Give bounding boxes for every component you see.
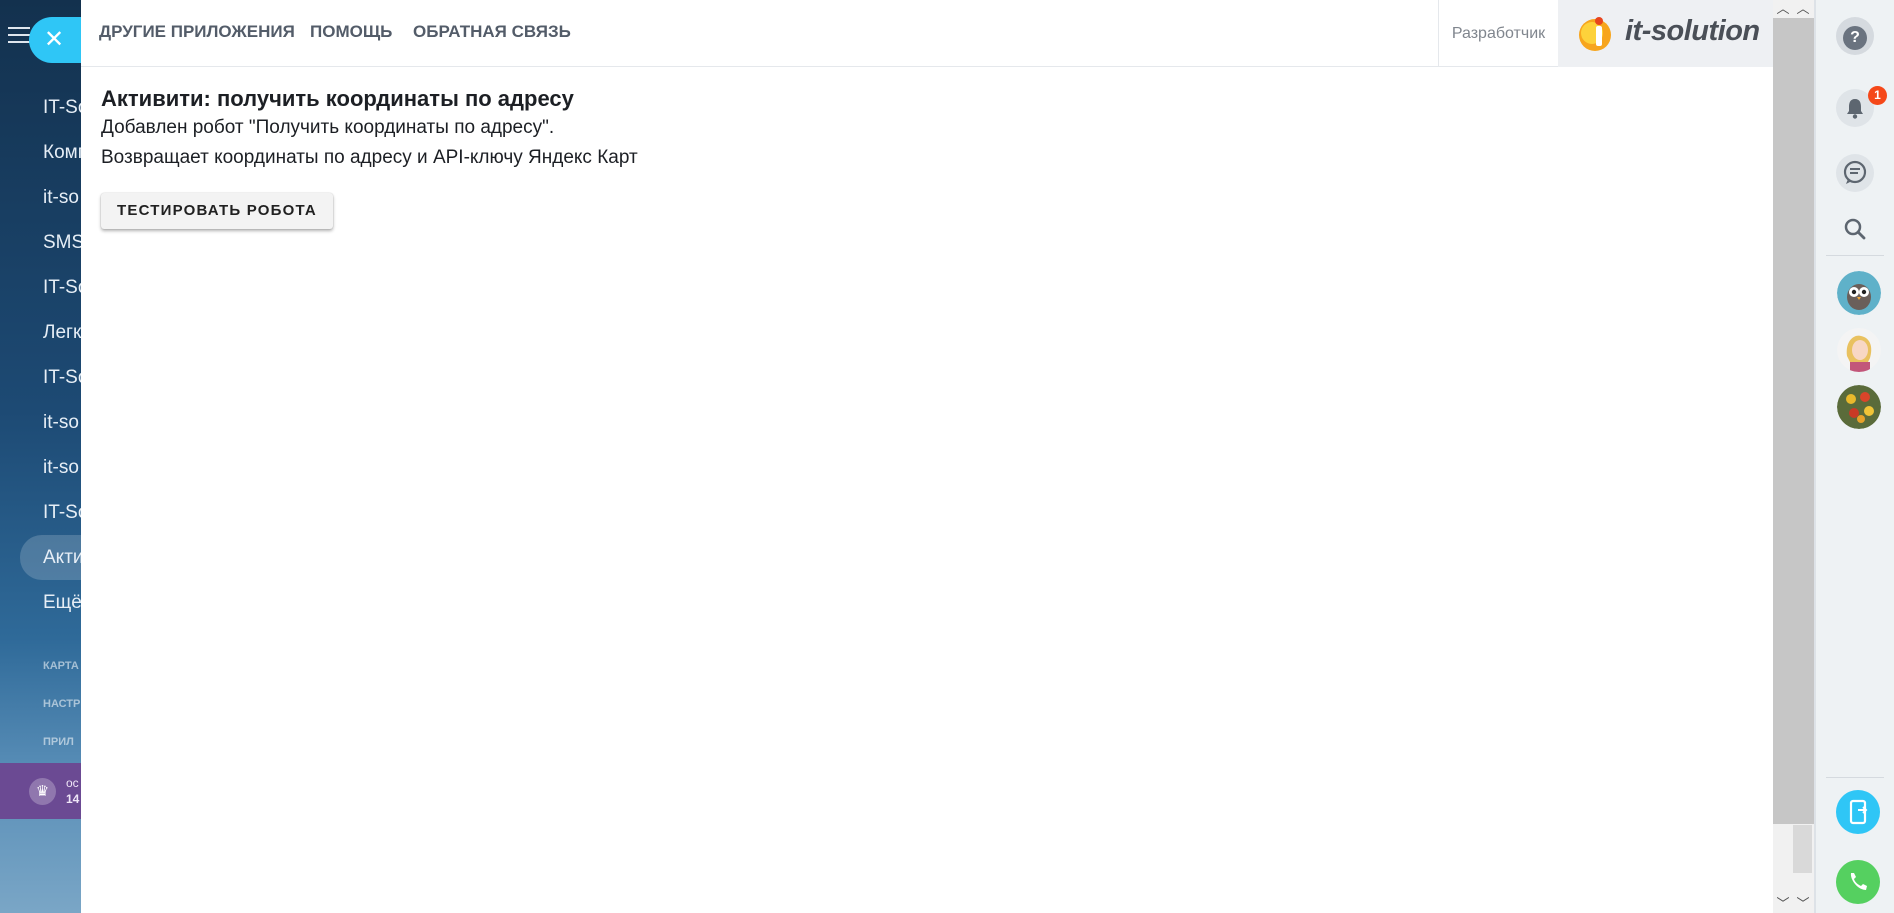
app-content: Активити: получить координаты по адресу …: [101, 85, 1501, 229]
portal-menu-item[interactable]: it-so: [0, 445, 81, 490]
portal-section-settings[interactable]: НАСТР: [43, 698, 80, 710]
burger-menu-icon[interactable]: [8, 27, 30, 43]
help-glyph: ?: [1843, 26, 1867, 50]
avatar-owl-svg: [1837, 271, 1881, 315]
portal-menu-item[interactable]: it-so: [0, 400, 81, 445]
portal-section-map[interactable]: КАРТА: [43, 660, 79, 672]
portal-menu-item[interactable]: it-so: [0, 175, 81, 220]
avatar-flowers-svg: [1837, 385, 1881, 429]
inner-scrollbar[interactable]: ︿ ︿ ﹀ ﹀: [1773, 0, 1814, 913]
portal-section-apps[interactable]: ПРИЛ: [43, 736, 74, 748]
avatar-woman[interactable]: [1837, 328, 1881, 372]
it-solution-logo-icon: [1579, 17, 1611, 51]
developer-link[interactable]: Разработчик: [1438, 0, 1558, 67]
portal-menu-item[interactable]: IT-So: [0, 265, 81, 310]
plan-banner[interactable]: ♛ ос 14: [0, 763, 81, 819]
avatar-woman-svg: [1837, 328, 1881, 372]
description-line-2: Возвращает координаты по адресу и API-кл…: [101, 147, 638, 168]
nav-feedback[interactable]: ОБРАТНАЯ СВЯЗЬ: [413, 22, 571, 42]
mobile-sync-svg: [1849, 799, 1868, 825]
portal-menu-item[interactable]: IT-So: [0, 355, 81, 400]
description-line-1: Добавлен робот "Получить координаты по а…: [101, 117, 555, 138]
rightbar-separator: [1826, 777, 1884, 778]
crown-icon: ♛: [29, 778, 56, 805]
rightbar-separator: [1826, 255, 1884, 256]
plan-text: ос 14: [66, 775, 79, 807]
nav-help[interactable]: ПОМОЩЬ: [310, 22, 392, 42]
portal-sidebar: IT-So Комп it-so SMS IT-So Легк IT-So it…: [0, 0, 81, 913]
page-title: Активити: получить координаты по адресу: [101, 86, 574, 111]
chat-icon[interactable]: [1836, 154, 1874, 192]
notification-badge: 1: [1868, 86, 1887, 105]
nav-other-apps[interactable]: ДРУГИЕ ПРИЛОЖЕНИЯ: [99, 22, 295, 42]
scrollbar-track[interactable]: [1773, 18, 1814, 824]
scroll-down-arrow-icon[interactable]: ﹀: [1793, 895, 1813, 913]
portal-menu-item-active[interactable]: Акти: [20, 535, 81, 580]
it-solution-logo-text: it-solution: [1625, 15, 1760, 47]
search-svg: [1844, 218, 1866, 240]
phone-svg: [1850, 873, 1867, 890]
scroll-up-arrow-icon[interactable]: ︿: [1773, 0, 1793, 18]
portal-menu: IT-So Комп it-so SMS IT-So Легк IT-So it…: [0, 85, 81, 625]
close-slider-button[interactable]: ✕: [29, 17, 81, 63]
mobile-sync-icon[interactable]: [1836, 790, 1880, 834]
portal-menu-more[interactable]: Ещё: [0, 580, 81, 625]
portal-menu-item[interactable]: Комп: [0, 130, 81, 175]
plan-line-1: ос: [66, 776, 79, 790]
app-topbar: ДРУГИЕ ПРИЛОЖЕНИЯ ПОМОЩЬ ОБРАТНАЯ СВЯЗЬ …: [81, 0, 1773, 67]
avatar-flowers[interactable]: [1837, 385, 1881, 429]
chat-svg: [1843, 160, 1867, 184]
slider-panel: ДРУГИЕ ПРИЛОЖЕНИЯ ПОМОЩЬ ОБРАТНАЯ СВЯЗЬ …: [81, 0, 1773, 913]
avatar-owl[interactable]: [1837, 271, 1881, 315]
close-icon: ✕: [44, 26, 65, 53]
portal-menu-item[interactable]: IT-So: [0, 490, 81, 535]
plan-line-2: 14: [66, 792, 80, 806]
phone-icon[interactable]: [1836, 860, 1880, 904]
portal-menu-item[interactable]: SMS: [0, 220, 81, 265]
help-icon[interactable]: ?: [1836, 17, 1874, 55]
search-icon[interactable]: [1836, 210, 1874, 248]
portal-menu-item[interactable]: Легк: [0, 310, 81, 355]
test-robot-button[interactable]: ТЕСТИРОВАТЬ РОБОТА: [101, 193, 333, 229]
scroll-up-arrow-icon[interactable]: ︿: [1793, 0, 1813, 18]
scrollbar-thumb[interactable]: [1793, 825, 1812, 873]
portal-menu-item[interactable]: IT-So: [0, 85, 81, 130]
scroll-down-arrow-icon[interactable]: ﹀: [1773, 895, 1793, 913]
it-solution-logo[interactable]: it-solution: [1558, 0, 1773, 67]
